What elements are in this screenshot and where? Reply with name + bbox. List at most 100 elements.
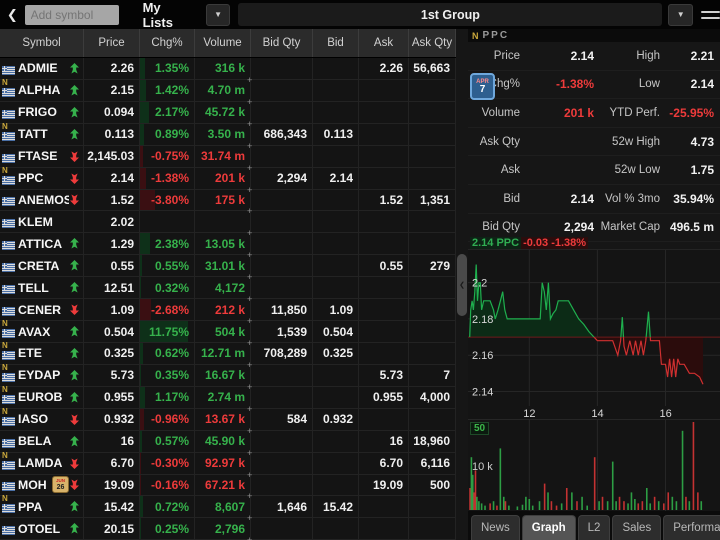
menu-icon[interactable]: [701, 5, 720, 25]
cell-chg: 0.32%: [140, 277, 195, 299]
table-row[interactable]: BELA 16 0.57% 45.90 k +16 18,960: [0, 430, 456, 458]
table-row[interactable]: CRETA 0.55 0.55% 31.01 k +0.55 279: [0, 255, 456, 282]
table-row[interactable]: N IASO 0.932 -0.96% 13.67 k 584 +0.932: [0, 407, 456, 436]
detail-row: Volume 201 k YTD Perf. -25.95%: [468, 99, 720, 128]
divider-drag-handle[interactable]: ❮: [457, 254, 467, 316]
cell-ask: [359, 101, 409, 123]
cell-bid: [313, 58, 359, 79]
row-handle-icon[interactable]: +: [247, 185, 252, 195]
cell-volume: 92.97 k: [195, 452, 251, 474]
column-header-symbol[interactable]: Symbol: [0, 29, 84, 57]
detail-row: Ask Qty 52w High 4.73: [468, 128, 720, 157]
row-handle-icon[interactable]: +: [247, 316, 252, 326]
row-handle-icon[interactable]: +: [247, 360, 252, 370]
row-handle-icon[interactable]: +: [247, 272, 252, 282]
volume-chart[interactable]: 50 10 k: [468, 419, 720, 512]
back-icon[interactable]: ❮: [0, 7, 25, 23]
column-header-price[interactable]: Price: [84, 29, 140, 57]
cell-bid-qty: 708,289 +: [247, 342, 313, 370]
tab-news[interactable]: News: [471, 515, 520, 540]
table-row[interactable]: N LAMDA 6.70 -0.30% 92.97 k +6.70 6,116: [0, 451, 456, 480]
column-header-bid[interactable]: Bid: [313, 29, 359, 57]
tab-performance[interactable]: Performance: [663, 515, 720, 540]
table-row[interactable]: ADMIE 2.26 1.35% 316 k +2.26 56,663: [0, 58, 456, 85]
cell-chg: 0.89%: [140, 123, 195, 145]
cell-volume: 4,172: [195, 277, 251, 299]
table-row[interactable]: ATTICA 1.29 2.38% 13.05 k +: [0, 233, 456, 260]
symbol-label: ANEMOS: [18, 192, 69, 207]
row-handle-icon[interactable]: +: [247, 228, 252, 238]
row-handle-icon[interactable]: +: [247, 470, 252, 480]
watchlist-table: Symbol Price Chg% Volume Bid Qty Bid Ask Ask Qt…: [0, 29, 456, 540]
row-handle-icon[interactable]: +: [247, 448, 252, 458]
table-row[interactable]: N PPA 15.42 0.72% 8,607 1,646 +15.42: [0, 494, 456, 523]
row-handle-icon[interactable]: +: [247, 404, 252, 414]
row-handle-icon[interactable]: +: [247, 535, 252, 540]
chg-heat-bar: [140, 255, 143, 277]
table-row[interactable]: N TATT 0.113 0.89% 3.50 m 686,343 +0.113: [0, 122, 456, 151]
cell-price: 19.09: [84, 474, 140, 496]
symbol-label: MOH: [18, 477, 47, 492]
greece-flag-icon: [2, 64, 15, 75]
greece-flag-icon: [2, 86, 15, 97]
row-handle-icon[interactable]: +: [247, 491, 252, 501]
table-row[interactable]: N PPC 2.14 -1.38% 201 k 2,294 +2.14: [0, 166, 456, 195]
column-header-ask-qty[interactable]: Ask Qty: [409, 29, 456, 57]
table-row[interactable]: TELL 12.51 0.32% 4,172 +: [0, 277, 456, 304]
cell-volume: 316 k: [195, 58, 251, 79]
table-row[interactable]: N ALPHA 2.15 1.42% 4.70 m +: [0, 78, 456, 107]
cell-symbol: ANEMOS: [0, 189, 84, 211]
row-handle-icon[interactable]: +: [247, 250, 252, 260]
table-row[interactable]: KLEM 2.02 +: [0, 211, 456, 238]
table-row[interactable]: N AVAX 0.504 11.75% 504 k 1,539 +0.504: [0, 319, 456, 348]
row-handle-icon[interactable]: +: [247, 97, 252, 107]
row-handle-icon[interactable]: +: [247, 426, 252, 436]
svg-text:10 k: 10 k: [472, 461, 493, 473]
column-header-chg-[interactable]: Chg%: [140, 29, 195, 57]
table-row[interactable]: N EUROB 0.955 1.17% 2.74 m +0.955 4,000: [0, 385, 456, 414]
group-chevron-down-icon[interactable]: ▼: [668, 3, 694, 26]
row-handle-icon[interactable]: +: [247, 294, 252, 304]
cell-bid-qty: +: [247, 233, 313, 260]
cell-symbol: N ALPHA: [0, 78, 84, 101]
row-handle-icon[interactable]: +: [247, 163, 252, 173]
table-row[interactable]: FTASE 2,145.03 -0.75% 31.74 m +: [0, 145, 456, 173]
table-row[interactable]: ANEMOS 1.52 -3.80% 175 k +1.52 1,351: [0, 189, 456, 216]
row-handle-icon[interactable]: +: [247, 513, 252, 523]
table-row[interactable]: N EYDAP 5.73 0.35% 16.67 k +5.73 7: [0, 363, 456, 392]
column-header-volume[interactable]: Volume: [195, 29, 251, 57]
cell-bid-qty: 2,294 +: [247, 167, 313, 195]
cell-symbol: FRIGO: [0, 101, 84, 123]
cell-bid: 15.42: [313, 496, 359, 518]
down-arrow-icon: [69, 458, 81, 469]
my-lists-chevron-down-icon[interactable]: ▼: [205, 3, 231, 26]
table-row[interactable]: N ETE 0.325 0.62% 12.71 m 708,289 +0.325: [0, 341, 456, 370]
symbol-label: PPC: [18, 171, 44, 186]
table-row[interactable]: CENER 1.09 -2.68% 212 k 11,850 +1.09: [0, 299, 456, 326]
row-handle-icon[interactable]: +: [247, 141, 252, 151]
chg-heat-bar: [140, 79, 146, 101]
my-lists-button[interactable]: My Lists: [129, 0, 206, 30]
down-arrow-icon: [69, 173, 81, 184]
row-handle-icon[interactable]: +: [247, 206, 252, 216]
table-row[interactable]: OTOEL 20.150.25%2,796+: [0, 518, 456, 540]
column-header-bid-qty[interactable]: Bid Qty: [251, 29, 313, 57]
table-row[interactable]: FRIGO 0.094 2.17% 45.72 k +: [0, 101, 456, 129]
column-header-ask[interactable]: Ask: [359, 29, 409, 57]
row-handle-icon[interactable]: +: [247, 119, 252, 129]
price-chart[interactable]: 2.2 2.18 2.16 2.14 12 14 16: [468, 249, 720, 420]
row-handle-icon[interactable]: +: [247, 338, 252, 348]
row-handle-icon[interactable]: +: [247, 75, 252, 85]
cell-symbol: MOH JUN 26: [0, 474, 84, 496]
table-row[interactable]: MOH JUN 26 19.09 -0.16% 67.21 k +19.09 500: [0, 474, 456, 501]
row-handle-icon[interactable]: +: [247, 382, 252, 392]
tab-l2[interactable]: L2: [577, 515, 611, 540]
greece-flag-icon: [2, 480, 15, 492]
cell-bid: [313, 79, 359, 101]
tab-graph[interactable]: Graph: [521, 515, 576, 540]
add-symbol-input[interactable]: [24, 4, 119, 25]
cell-bid: [313, 211, 359, 233]
cell-chg: -2.68%: [140, 299, 195, 321]
group-selector[interactable]: 1st Group: [238, 3, 663, 26]
tab-sales[interactable]: Sales: [612, 515, 662, 540]
